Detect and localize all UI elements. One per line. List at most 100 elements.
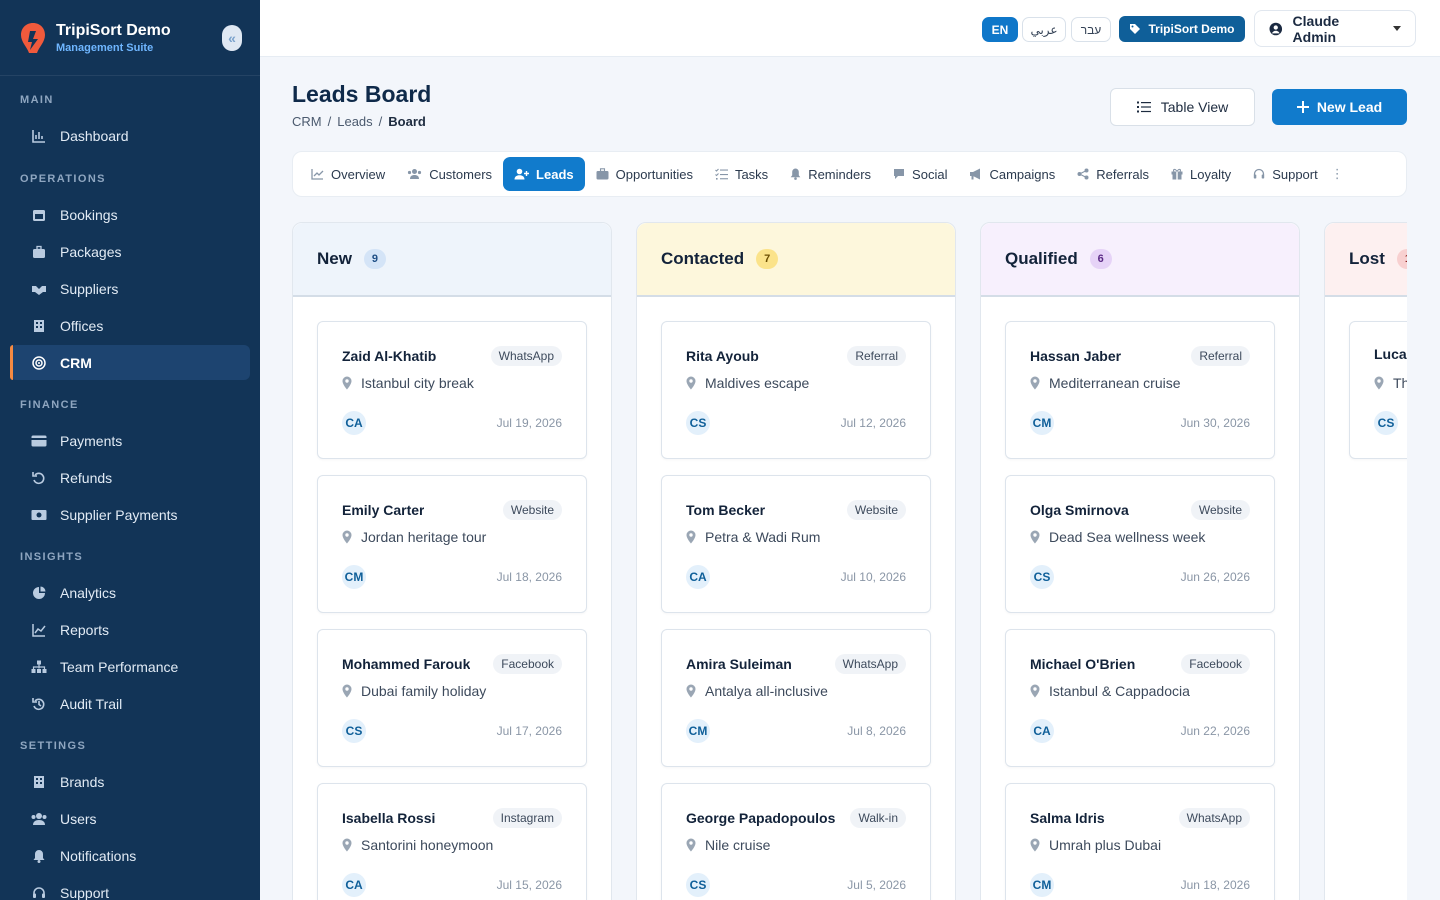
app-subtitle: Management Suite — [56, 41, 154, 54]
tab-referrals[interactable]: Referrals — [1066, 157, 1160, 191]
double-chevron-left-icon[interactable]: « — [222, 24, 242, 51]
users-icon — [407, 168, 422, 180]
lead-card[interactable]: Hassan Jaber Referral Mediterranean cruise… — [1005, 321, 1275, 459]
lead-card[interactable]: Rita Ayoub Referral Maldives escape CS Jul 1… — [661, 321, 931, 459]
lead-source-badge: Facebook — [1181, 654, 1250, 674]
tab-label: Loyalty — [1189, 166, 1232, 182]
nav-section-main: MAIN Dashboard — [0, 94, 260, 153]
tab-label: Customers — [429, 166, 493, 182]
lead-card[interactable]: Luca Th CS — [1349, 321, 1407, 459]
caret-down-icon — [1393, 26, 1401, 31]
lead-card[interactable]: Amira Suleiman WhatsApp Antalya all-inclus… — [661, 629, 931, 767]
lead-source-badge: Walk-in — [850, 808, 906, 828]
avatar: CA — [342, 873, 366, 897]
credit-card-icon — [30, 432, 48, 450]
new-lead-button[interactable]: New Lead — [1272, 89, 1407, 125]
sidebar-item-brands[interactable]: Brands — [10, 764, 250, 799]
sidebar-item-reports[interactable]: Reports — [10, 612, 250, 647]
sidebar-item-audit-trail[interactable]: Audit Trail — [10, 686, 250, 721]
tab-label: Opportunities — [615, 166, 693, 182]
lead-card[interactable]: Michael O'Brien Facebook Istanbul & Cappad… — [1005, 629, 1275, 767]
lang-label: עבר — [1080, 22, 1102, 37]
map-pin-icon — [1030, 530, 1040, 544]
lead-card-header: Mohammed Farouk Facebook — [342, 654, 562, 674]
column-title: Contacted — [661, 249, 745, 268]
lead-card[interactable]: Olga Smirnova Website Dead Sea wellness we… — [1005, 475, 1275, 613]
users-icon — [30, 810, 48, 828]
sidebar-item-label: CRM — [60, 354, 92, 371]
sidebar-item-label: Audit Trail — [60, 695, 123, 712]
gift-icon — [1171, 168, 1183, 180]
nav-section-insights: INSIGHTS Analytics Reports Team Performa… — [0, 551, 260, 721]
kanban-column-contacted: Contacted 7 Rita Ayoub Referral Maldives esc… — [636, 222, 956, 900]
lead-card-footer: CM Jul 8, 2026 — [686, 719, 906, 743]
lead-card[interactable]: Isabella Rossi Instagram Santorini honeymo… — [317, 783, 587, 900]
user-menu-button[interactable]: Claude Admin — [1254, 10, 1416, 47]
lead-trip-label: Nile cruise — [705, 837, 771, 853]
tab-reminders[interactable]: Reminders — [779, 157, 882, 191]
map-pin-icon — [686, 684, 696, 698]
tab-overview[interactable]: Overview — [300, 157, 396, 191]
app-title: TripiSort Demo — [56, 21, 171, 39]
sidebar-item-users[interactable]: Users — [10, 801, 250, 836]
tabs-overflow-icon[interactable]: ⋮ — [1329, 157, 1346, 191]
tab-support[interactable]: Support — [1242, 157, 1329, 191]
lang-he-button[interactable]: עבר — [1071, 17, 1111, 42]
tab-label: Campaigns — [989, 166, 1056, 182]
tab-loyalty[interactable]: Loyalty — [1160, 157, 1242, 191]
tab-customers[interactable]: Customers — [396, 157, 503, 191]
sidebar-item-payments[interactable]: Payments — [10, 423, 250, 458]
sidebar-item-crm[interactable]: CRM — [10, 345, 250, 380]
lead-card-header: Amira Suleiman WhatsApp — [686, 654, 906, 674]
building-icon — [30, 317, 48, 335]
lead-date: Jul 8, 2026 — [847, 724, 906, 738]
column-header: Contacted 7 — [637, 223, 955, 297]
brand-switcher-button[interactable]: TripiSort Demo — [1119, 16, 1245, 42]
list-icon — [1136, 101, 1151, 113]
dashboard-icon — [30, 127, 48, 145]
sidebar-item-packages[interactable]: Packages — [10, 234, 250, 269]
sidebar-item-analytics[interactable]: Analytics — [10, 575, 250, 610]
sidebar-item-team-performance[interactable]: Team Performance — [10, 649, 250, 684]
sidebar-item-supplier-payments[interactable]: Supplier Payments — [10, 497, 250, 532]
map-pin-icon — [1030, 684, 1040, 698]
sidebar-item-notifications[interactable]: Notifications — [10, 838, 250, 873]
map-pin-icon — [342, 530, 352, 544]
lead-card[interactable]: Zaid Al-Khatib WhatsApp Istanbul city brea… — [317, 321, 587, 459]
lead-card[interactable]: George Papadopoulos Walk-in Nile cruise CS J… — [661, 783, 931, 900]
sidebar-item-refunds[interactable]: Refunds — [10, 460, 250, 495]
lead-card[interactable]: Emily Carter Website Jordan heritage tour C… — [317, 475, 587, 613]
lead-date: Jun 22, 2026 — [1180, 724, 1250, 738]
tab-opportunities[interactable]: Opportunities — [585, 157, 704, 191]
sidebar-item-offices[interactable]: Offices — [10, 308, 250, 343]
undo-icon — [30, 469, 48, 487]
lang-en-button[interactable]: EN — [982, 17, 1018, 42]
sidebar-item-dashboard[interactable]: Dashboard — [10, 118, 250, 153]
lead-card[interactable]: Tom Becker Website Petra & Wadi Rum CA Jul 1… — [661, 475, 931, 613]
lead-date: Jul 17, 2026 — [496, 724, 562, 738]
bell-icon — [30, 847, 48, 865]
column-count-badge: 6 — [1089, 249, 1112, 269]
lead-card[interactable]: Mohammed Farouk Facebook Dubai family holi… — [317, 629, 587, 767]
lead-card[interactable]: Salma Idris WhatsApp Umrah plus Dubai CM Jun… — [1005, 783, 1275, 900]
tab-leads[interactable]: Leads — [503, 157, 585, 191]
sidebar-item-bookings[interactable]: Bookings — [10, 197, 250, 232]
lead-trip: Istanbul city break — [342, 375, 474, 391]
breadcrumb-crm[interactable]: CRM — [292, 114, 322, 129]
sidebar-item-label: Notifications — [60, 847, 137, 864]
tab-campaigns[interactable]: Campaigns — [958, 157, 1066, 191]
sidebar-item-support[interactable]: Support — [10, 875, 250, 900]
nav-section-label: INSIGHTS — [20, 551, 84, 563]
lead-card-footer: CA Jun 22, 2026 — [1030, 719, 1250, 743]
table-view-button[interactable]: Table View — [1110, 88, 1255, 126]
tab-tasks[interactable]: Tasks — [704, 157, 779, 191]
sidebar-item-suppliers[interactable]: Suppliers — [10, 271, 250, 306]
tab-social[interactable]: Social — [882, 157, 958, 191]
lead-trip-label: Dead Sea wellness week — [1049, 529, 1206, 545]
column-cards: Luca Th CS — [1325, 297, 1407, 459]
list-check-icon — [715, 168, 728, 180]
breadcrumb-leads[interactable]: Leads — [337, 114, 372, 129]
user-circle-icon — [1269, 22, 1283, 35]
lang-ar-button[interactable]: عربي — [1022, 17, 1066, 42]
map-pin-icon — [342, 684, 352, 698]
